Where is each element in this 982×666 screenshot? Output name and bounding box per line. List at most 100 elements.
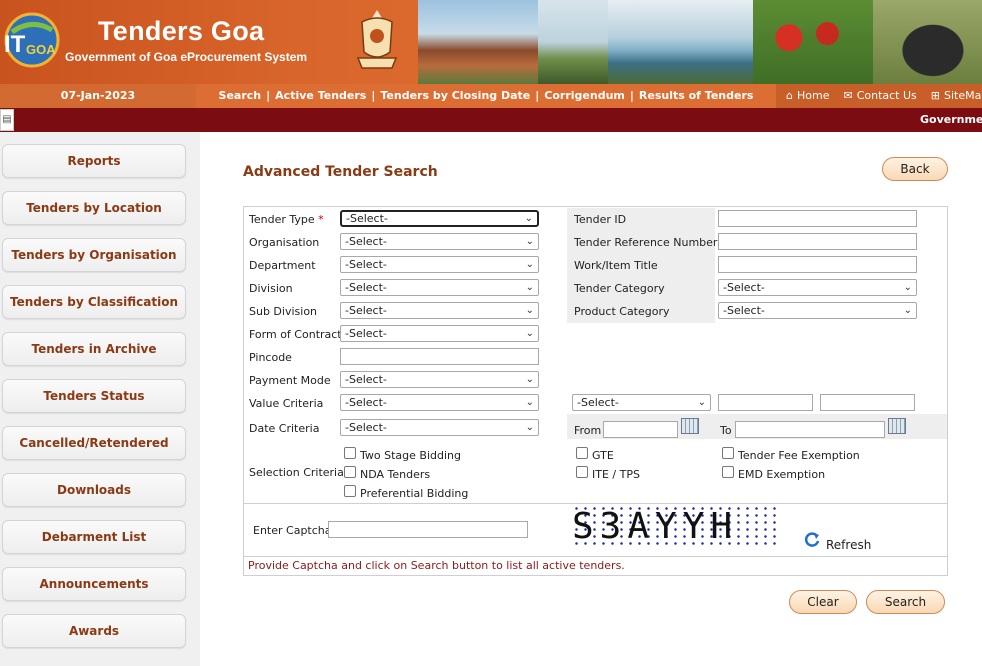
label-value-criteria: Value Criteria — [249, 397, 324, 410]
date-to-input[interactable] — [735, 421, 885, 438]
clear-button[interactable]: Clear — [789, 590, 857, 614]
tender-reference-input[interactable] — [718, 233, 917, 250]
back-button[interactable]: Back — [882, 157, 948, 181]
label-emd-exemption: EMD Exemption — [738, 468, 826, 481]
home-icon: ⌂ — [786, 89, 793, 102]
chevron-down-icon: ⌄ — [903, 282, 912, 293]
captcha-image: S3AYYH — [572, 505, 782, 549]
sidebar-item-tenders-by-organisation[interactable]: Tenders by Organisation — [2, 238, 186, 272]
chevron-down-icon: ⌄ — [524, 213, 533, 224]
refresh-captcha-link[interactable]: Refresh — [826, 538, 871, 552]
value-from-input[interactable] — [718, 394, 813, 411]
label-enter-captcha: Enter Captcha — [253, 524, 332, 537]
organisation-select[interactable]: -Select- ⌄ — [340, 233, 539, 250]
label-department: Department — [249, 259, 316, 272]
select-value: -Select- — [345, 281, 387, 294]
sidebar-item-tenders-by-classification[interactable]: Tenders by Classification — [2, 285, 186, 319]
sidebar-item-downloads[interactable]: Downloads — [2, 473, 186, 507]
chevron-down-icon: ⌄ — [903, 305, 912, 316]
work-item-title-input[interactable] — [718, 256, 917, 273]
label-tender-id: Tender ID — [574, 213, 627, 226]
emd-exemption-checkbox[interactable] — [722, 466, 734, 478]
marquee-text[interactable]: Government — [920, 108, 982, 132]
label-gte: GTE — [592, 449, 614, 462]
it-goa-logo[interactable]: IT GOA — [2, 8, 60, 74]
nda-tenders-checkbox[interactable] — [344, 466, 356, 478]
refresh-icon[interactable] — [803, 531, 821, 549]
tender-id-input[interactable] — [718, 210, 917, 227]
department-select[interactable]: -Select- ⌄ — [340, 256, 539, 273]
label-payment-mode: Payment Mode — [249, 374, 331, 387]
label-division: Division — [249, 282, 293, 295]
nav-link-corrigendum[interactable]: Corrigendum — [544, 89, 625, 102]
division-select[interactable]: -Select- ⌄ — [340, 279, 539, 296]
date-criteria-select[interactable]: -Select- ⌄ — [340, 419, 539, 436]
select-value: -Select- — [345, 373, 387, 386]
label-nda-tenders: NDA Tenders — [360, 468, 431, 481]
select-value: -Select- — [723, 281, 765, 294]
select-value: -Select- — [577, 396, 619, 409]
nav-link-results[interactable]: Results of Tenders — [639, 89, 754, 102]
label-tender-type: Tender Type * — [249, 213, 324, 226]
sidebar-item-awards[interactable]: Awards — [2, 614, 186, 648]
nav-bar: 07-Jan-2023 Search | Active Tenders | Tender… — [0, 84, 982, 108]
home-link[interactable]: Home — [797, 89, 829, 102]
tender-fee-exemption-checkbox[interactable] — [722, 447, 734, 459]
calendar-icon[interactable] — [681, 418, 699, 434]
value-criteria-select[interactable]: -Select- ⌄ — [340, 394, 539, 411]
sidebar-item-announcements[interactable]: Announcements — [2, 567, 186, 601]
header-photo-cashew — [753, 0, 873, 84]
captcha-input[interactable] — [328, 521, 528, 538]
label-tender-fee-exemption: Tender Fee Exemption — [738, 449, 860, 462]
sidebar-item-tenders-by-location[interactable]: Tenders by Location — [2, 191, 186, 225]
tender-type-select[interactable]: -Select- ⌄ — [340, 210, 539, 227]
chevron-down-icon: ⌄ — [525, 397, 534, 408]
news-marquee: ▤ Government — [0, 108, 982, 132]
sub-division-select[interactable]: -Select- ⌄ — [340, 302, 539, 319]
select-value: -Select- — [345, 421, 387, 434]
site-subtitle: Government of Goa eProcurement System — [65, 50, 308, 64]
nav-link-search[interactable]: Search — [219, 89, 262, 102]
label-tender-type-text: Tender Type — [249, 213, 315, 226]
label-pincode: Pincode — [249, 351, 292, 364]
search-hint-message: Provide Captcha and click on Search butt… — [243, 556, 948, 575]
nav-separator: | — [629, 89, 634, 102]
chevron-down-icon: ⌄ — [525, 305, 534, 316]
document-icon[interactable]: ▤ — [0, 109, 14, 131]
gte-checkbox[interactable] — [576, 447, 588, 459]
value-to-input[interactable] — [820, 394, 915, 411]
search-button[interactable]: Search — [866, 590, 945, 614]
sidebar-item-cancelled-retendered[interactable]: Cancelled/Retendered — [2, 426, 186, 460]
top-utility-links: ⌂ Home ✉ Contact Us ⊞ SiteMap — [776, 84, 982, 108]
sidebar-item-debarment-list[interactable]: Debarment List — [2, 520, 186, 554]
sitemap-link[interactable]: SiteMap — [944, 89, 982, 102]
ite-tps-checkbox[interactable] — [576, 466, 588, 478]
tender-category-select[interactable]: -Select- ⌄ — [718, 279, 917, 296]
nav-link-closing-date[interactable]: Tenders by Closing Date — [380, 89, 530, 102]
page-title: Advanced Tender Search — [243, 164, 438, 180]
header-photo-building — [418, 0, 538, 84]
select-value: -Select- — [345, 396, 387, 409]
sidebar-item-reports[interactable]: Reports — [2, 144, 186, 178]
label-preferential-bidding: Preferential Bidding — [360, 487, 469, 500]
two-stage-bidding-checkbox[interactable] — [344, 447, 356, 459]
contact-us-link[interactable]: Contact Us — [857, 89, 917, 102]
nav-separator: | — [371, 89, 376, 102]
current-date: 07-Jan-2023 — [0, 84, 196, 108]
date-from-input[interactable] — [603, 421, 678, 438]
label-selection-criteria: Selection Criteria — [249, 466, 344, 479]
calendar-icon[interactable] — [888, 418, 906, 434]
sidebar-item-tenders-in-archive[interactable]: Tenders in Archive — [2, 332, 186, 366]
nav-link-active-tenders[interactable]: Active Tenders — [275, 89, 366, 102]
pincode-input[interactable] — [340, 348, 539, 365]
value-operator-select[interactable]: -Select- ⌄ — [572, 394, 711, 411]
select-value: -Select- — [346, 212, 388, 225]
payment-mode-select[interactable]: -Select- ⌄ — [340, 371, 539, 388]
chevron-down-icon: ⌄ — [525, 259, 534, 270]
sidebar-item-tenders-status[interactable]: Tenders Status — [2, 379, 186, 413]
form-of-contract-select[interactable]: -Select- ⌄ — [340, 325, 539, 342]
chevron-down-icon: ⌄ — [525, 236, 534, 247]
product-category-select[interactable]: -Select- ⌄ — [718, 302, 917, 319]
preferential-bidding-checkbox[interactable] — [344, 485, 356, 497]
svg-text:IT: IT — [4, 31, 26, 58]
